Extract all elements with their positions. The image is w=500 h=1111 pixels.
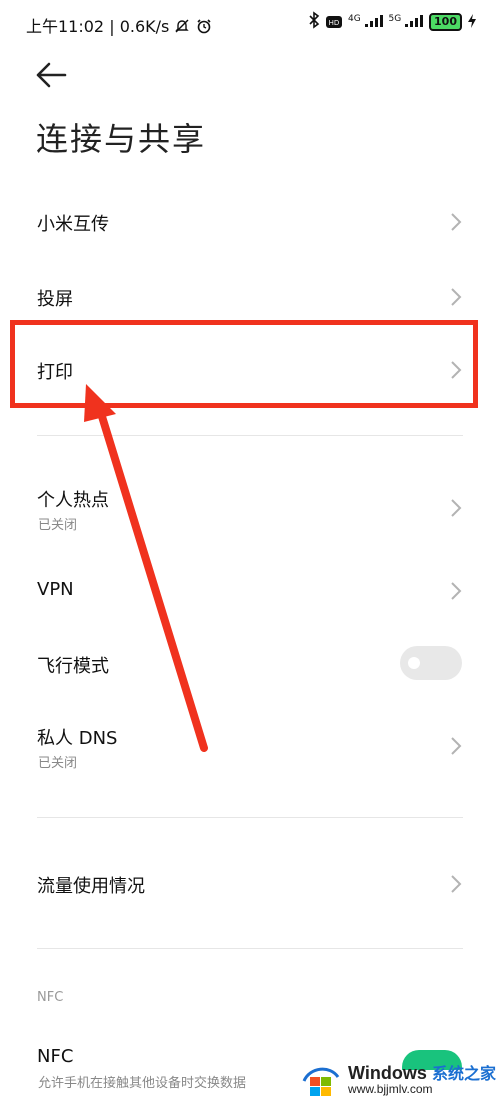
status-time: 上午11:02 xyxy=(26,17,105,36)
chevron-right-icon xyxy=(451,288,462,306)
toggle-knob xyxy=(408,657,420,669)
mute-icon xyxy=(174,17,195,36)
signal-4g: 4G xyxy=(348,14,383,30)
watermark: Windows 系统之家 www.bjjmlv.com xyxy=(300,1055,496,1105)
list-item-label: 个人热点 xyxy=(37,490,109,511)
back-arrow-icon xyxy=(36,62,67,88)
list-item-label: VPN xyxy=(37,579,74,600)
chevron-right-icon xyxy=(451,875,462,893)
section-header-nfc: NFC xyxy=(37,990,64,1005)
status-right: HD 4G 5G 100 xyxy=(308,11,476,33)
hd-icon: HD xyxy=(325,13,342,32)
chevron-right-icon xyxy=(451,737,462,755)
list-item-label: NFC xyxy=(37,1046,74,1067)
watermark-url: www.bjjmlv.com xyxy=(348,1082,433,1097)
watermark-brand: Windows xyxy=(348,1062,427,1083)
highlight-box xyxy=(10,320,478,408)
list-item-hotspot[interactable]: 个人热点 已关闭 xyxy=(0,472,500,542)
status-separator: | xyxy=(109,17,120,36)
list-item-status: 已关闭 xyxy=(38,756,78,771)
svg-text:HD: HD xyxy=(329,19,340,27)
divider xyxy=(37,948,463,949)
list-item-label: 小米互传 xyxy=(37,214,109,235)
list-item-status: 已关闭 xyxy=(38,518,78,533)
signal-5g: 5G xyxy=(389,14,424,30)
list-item-vpn[interactable]: VPN xyxy=(0,555,500,625)
alarm-icon xyxy=(196,17,212,36)
list-item-label: 飞行模式 xyxy=(37,656,109,677)
charging-icon xyxy=(468,13,476,32)
watermark-text: Windows 系统之家 www.bjjmlv.com xyxy=(348,1062,496,1097)
airplane-mode-toggle[interactable] xyxy=(400,646,462,680)
list-item-description: 允许手机在接触其他设备时交换数据 xyxy=(38,1076,247,1091)
list-item-airplane-mode[interactable]: 飞行模式 xyxy=(0,628,500,698)
list-item-label: 私人 DNS xyxy=(37,728,118,749)
bluetooth-icon xyxy=(308,11,320,33)
watermark-brand-cn: 系统之家 xyxy=(431,1063,496,1083)
status-bar: 上午11:02 | 0.6K/s HD 4G 5G 100 xyxy=(0,0,500,44)
status-speed: 0.6K/s xyxy=(119,17,170,36)
list-item-label: 投屏 xyxy=(37,289,73,310)
list-item-private-dns[interactable]: 私人 DNS 已关闭 xyxy=(0,710,500,780)
divider xyxy=(37,435,463,436)
back-button[interactable] xyxy=(35,60,69,90)
chevron-right-icon xyxy=(451,582,462,600)
chevron-right-icon xyxy=(451,499,462,517)
list-item-data-usage[interactable]: 流量使用情况 xyxy=(0,848,500,918)
status-left: 上午11:02 | 0.6K/s xyxy=(26,13,212,37)
page-title: 连接与共享 xyxy=(36,120,207,158)
chevron-right-icon xyxy=(451,213,462,231)
battery-icon: 100 xyxy=(429,13,462,31)
divider xyxy=(37,817,463,818)
windows-logo-icon xyxy=(302,1067,340,1096)
list-item-label: 流量使用情况 xyxy=(37,876,145,897)
list-item-mi-share[interactable]: 小米互传 xyxy=(0,186,500,256)
